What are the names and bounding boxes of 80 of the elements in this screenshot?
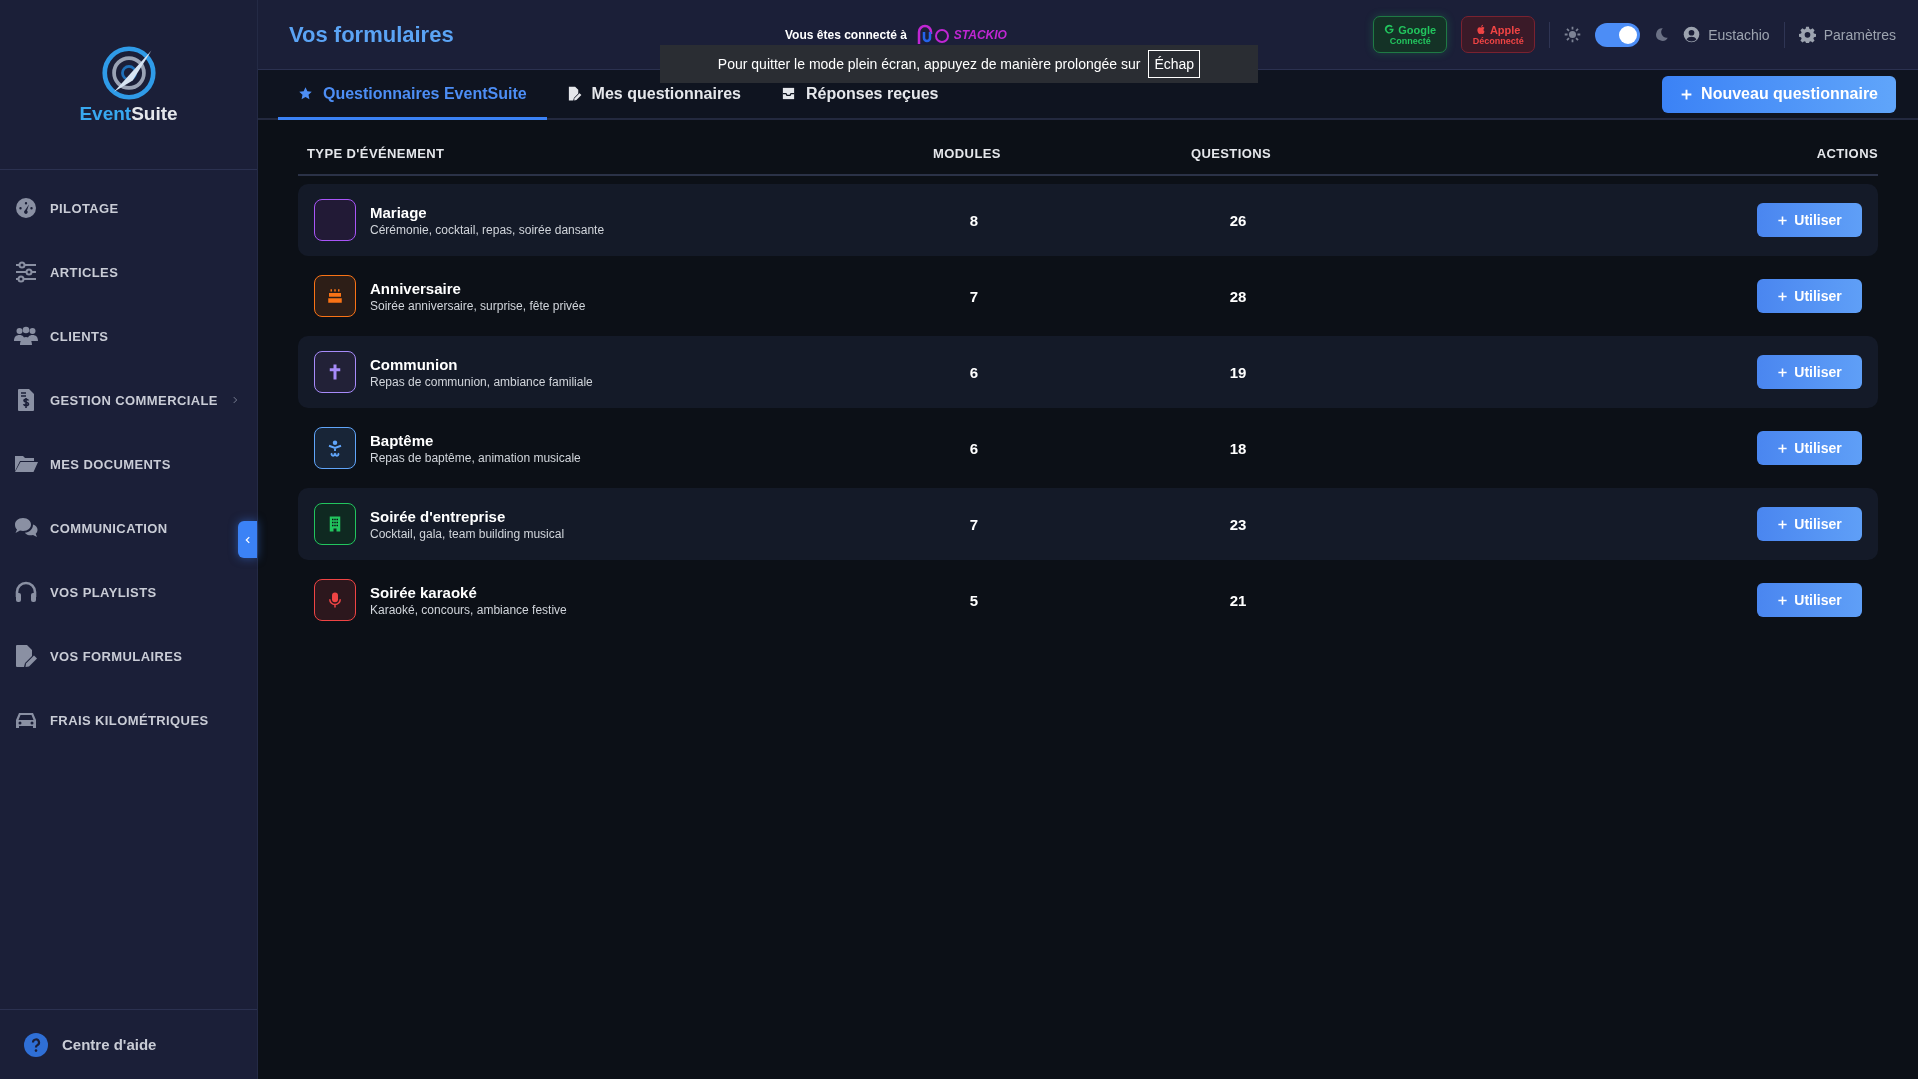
- plus-icon: [1777, 442, 1789, 454]
- logo-icon: [100, 44, 157, 101]
- microphone-icon: [326, 591, 344, 609]
- plus-icon: [1777, 594, 1789, 606]
- table-cell-text: 8: [968, 211, 980, 229]
- nav-item[interactable]: VOS FORMULAIRES: [0, 624, 238, 688]
- tab[interactable]: Mes questionnaires: [546, 70, 761, 120]
- plus-icon: [1777, 366, 1789, 378]
- event-name: Soirée karaoké: [370, 583, 478, 601]
- column-header: TYPE D'ÉVÉNEMENT: [307, 145, 446, 161]
- partner-logo-text: STACKIO: [953, 27, 1007, 42]
- nav-item[interactable]: FRAIS KILOMÉTRIQUES: [0, 688, 238, 752]
- column-header: QUESTIONS: [1189, 145, 1273, 161]
- account-status-badge[interactable]: Google Connecté: [1373, 16, 1448, 53]
- page-title: Vos formulaires: [289, 21, 455, 48]
- file-edit-icon: [14, 644, 38, 668]
- inbox-icon: [781, 86, 796, 101]
- event-name: Baptême: [370, 431, 435, 449]
- headphones-icon: [14, 580, 38, 604]
- table-cell-text: 21: [1228, 591, 1248, 609]
- event-description: Karaoké, concours, ambiance festive: [370, 602, 567, 617]
- sliders-icon: [14, 260, 38, 284]
- theme-toggle[interactable]: [1595, 22, 1641, 47]
- plus-icon: [1777, 518, 1789, 530]
- event-name: Mariage: [370, 203, 428, 221]
- plus-icon: [1680, 87, 1694, 101]
- table-cell-text: 19: [1228, 363, 1248, 381]
- plus-icon: [1777, 290, 1789, 302]
- baby-icon: [326, 439, 344, 457]
- key-hint: Échap: [1148, 50, 1201, 78]
- nav-item[interactable]: GESTION COMMERCIALE: [0, 368, 238, 432]
- nav-item[interactable]: COMMUNICATION: [0, 496, 238, 560]
- table-cell-text: 6: [968, 439, 980, 457]
- nav-item[interactable]: CLIENTS: [0, 304, 238, 368]
- nav-item[interactable]: MES DOCUMENTS: [0, 432, 238, 496]
- event-name: Communion: [370, 355, 459, 373]
- account-status-badge[interactable]: Apple Déconnecté: [1461, 16, 1536, 53]
- star-icon: [298, 86, 313, 101]
- event-description: Repas de communion, ambiance familiale: [370, 374, 593, 389]
- event-description: Cocktail, gala, team building musical: [370, 526, 565, 541]
- table-cell-text: 7: [968, 515, 980, 533]
- collapse-button[interactable]: [238, 521, 257, 558]
- file-edit-icon: [566, 86, 582, 101]
- table-cell-text: 5: [968, 591, 980, 609]
- event-description: Repas de baptême, animation musicale: [370, 450, 581, 465]
- moon-icon: [1654, 27, 1670, 42]
- logo-text: EventSuite: [79, 102, 178, 125]
- apple-icon: [1475, 24, 1487, 35]
- user-name[interactable]: Eustachio: [1708, 26, 1770, 43]
- cake-icon: [326, 287, 344, 305]
- event-name: Soirée d'entreprise: [370, 507, 507, 525]
- column-header: ACTIONS: [1815, 145, 1878, 161]
- sun-icon: [1564, 26, 1582, 43]
- table-cell-text: 18: [1228, 439, 1248, 457]
- table-cell-text: 7: [968, 287, 980, 305]
- gauge-icon: [14, 196, 38, 220]
- chat-icon: [14, 516, 38, 540]
- plus-icon: [1777, 214, 1789, 226]
- nav-item[interactable]: ARTICLES: [0, 240, 238, 304]
- settings-icon: [1798, 26, 1816, 43]
- connection-label: Vous êtes connecté à: [785, 27, 907, 42]
- nav-item[interactable]: PILOTAGE: [0, 176, 238, 240]
- table-cell-text: 28: [1228, 287, 1248, 305]
- help-icon: [24, 1032, 48, 1057]
- event-description: Cérémonie, cocktail, repas, soirée dansante: [370, 222, 605, 237]
- nav-item[interactable]: VOS PLAYLISTS: [0, 560, 238, 624]
- tab[interactable]: Questionnaires EventSuite: [278, 70, 547, 120]
- table-cell-text: 26: [1228, 211, 1248, 229]
- notice-text: Pour quitter le mode plein écran, appuyez de manière prolongée sur: [717, 56, 1141, 72]
- table-cell-text: 6: [968, 363, 980, 381]
- table-cell-text: 23: [1228, 515, 1248, 533]
- google-g-icon: [1384, 24, 1396, 35]
- settings-link[interactable]: Paramètres: [1823, 26, 1896, 43]
- partner-logo-icon: [916, 24, 950, 45]
- column-header: MODULES: [932, 145, 1002, 161]
- users-icon: [14, 324, 38, 348]
- event-name: Anniversaire: [370, 279, 462, 297]
- user-icon: [1683, 26, 1701, 43]
- event-description: Soirée anniversaire, surprise, fête privée: [370, 298, 586, 313]
- help-link[interactable]: Centre d'aide: [62, 1036, 157, 1053]
